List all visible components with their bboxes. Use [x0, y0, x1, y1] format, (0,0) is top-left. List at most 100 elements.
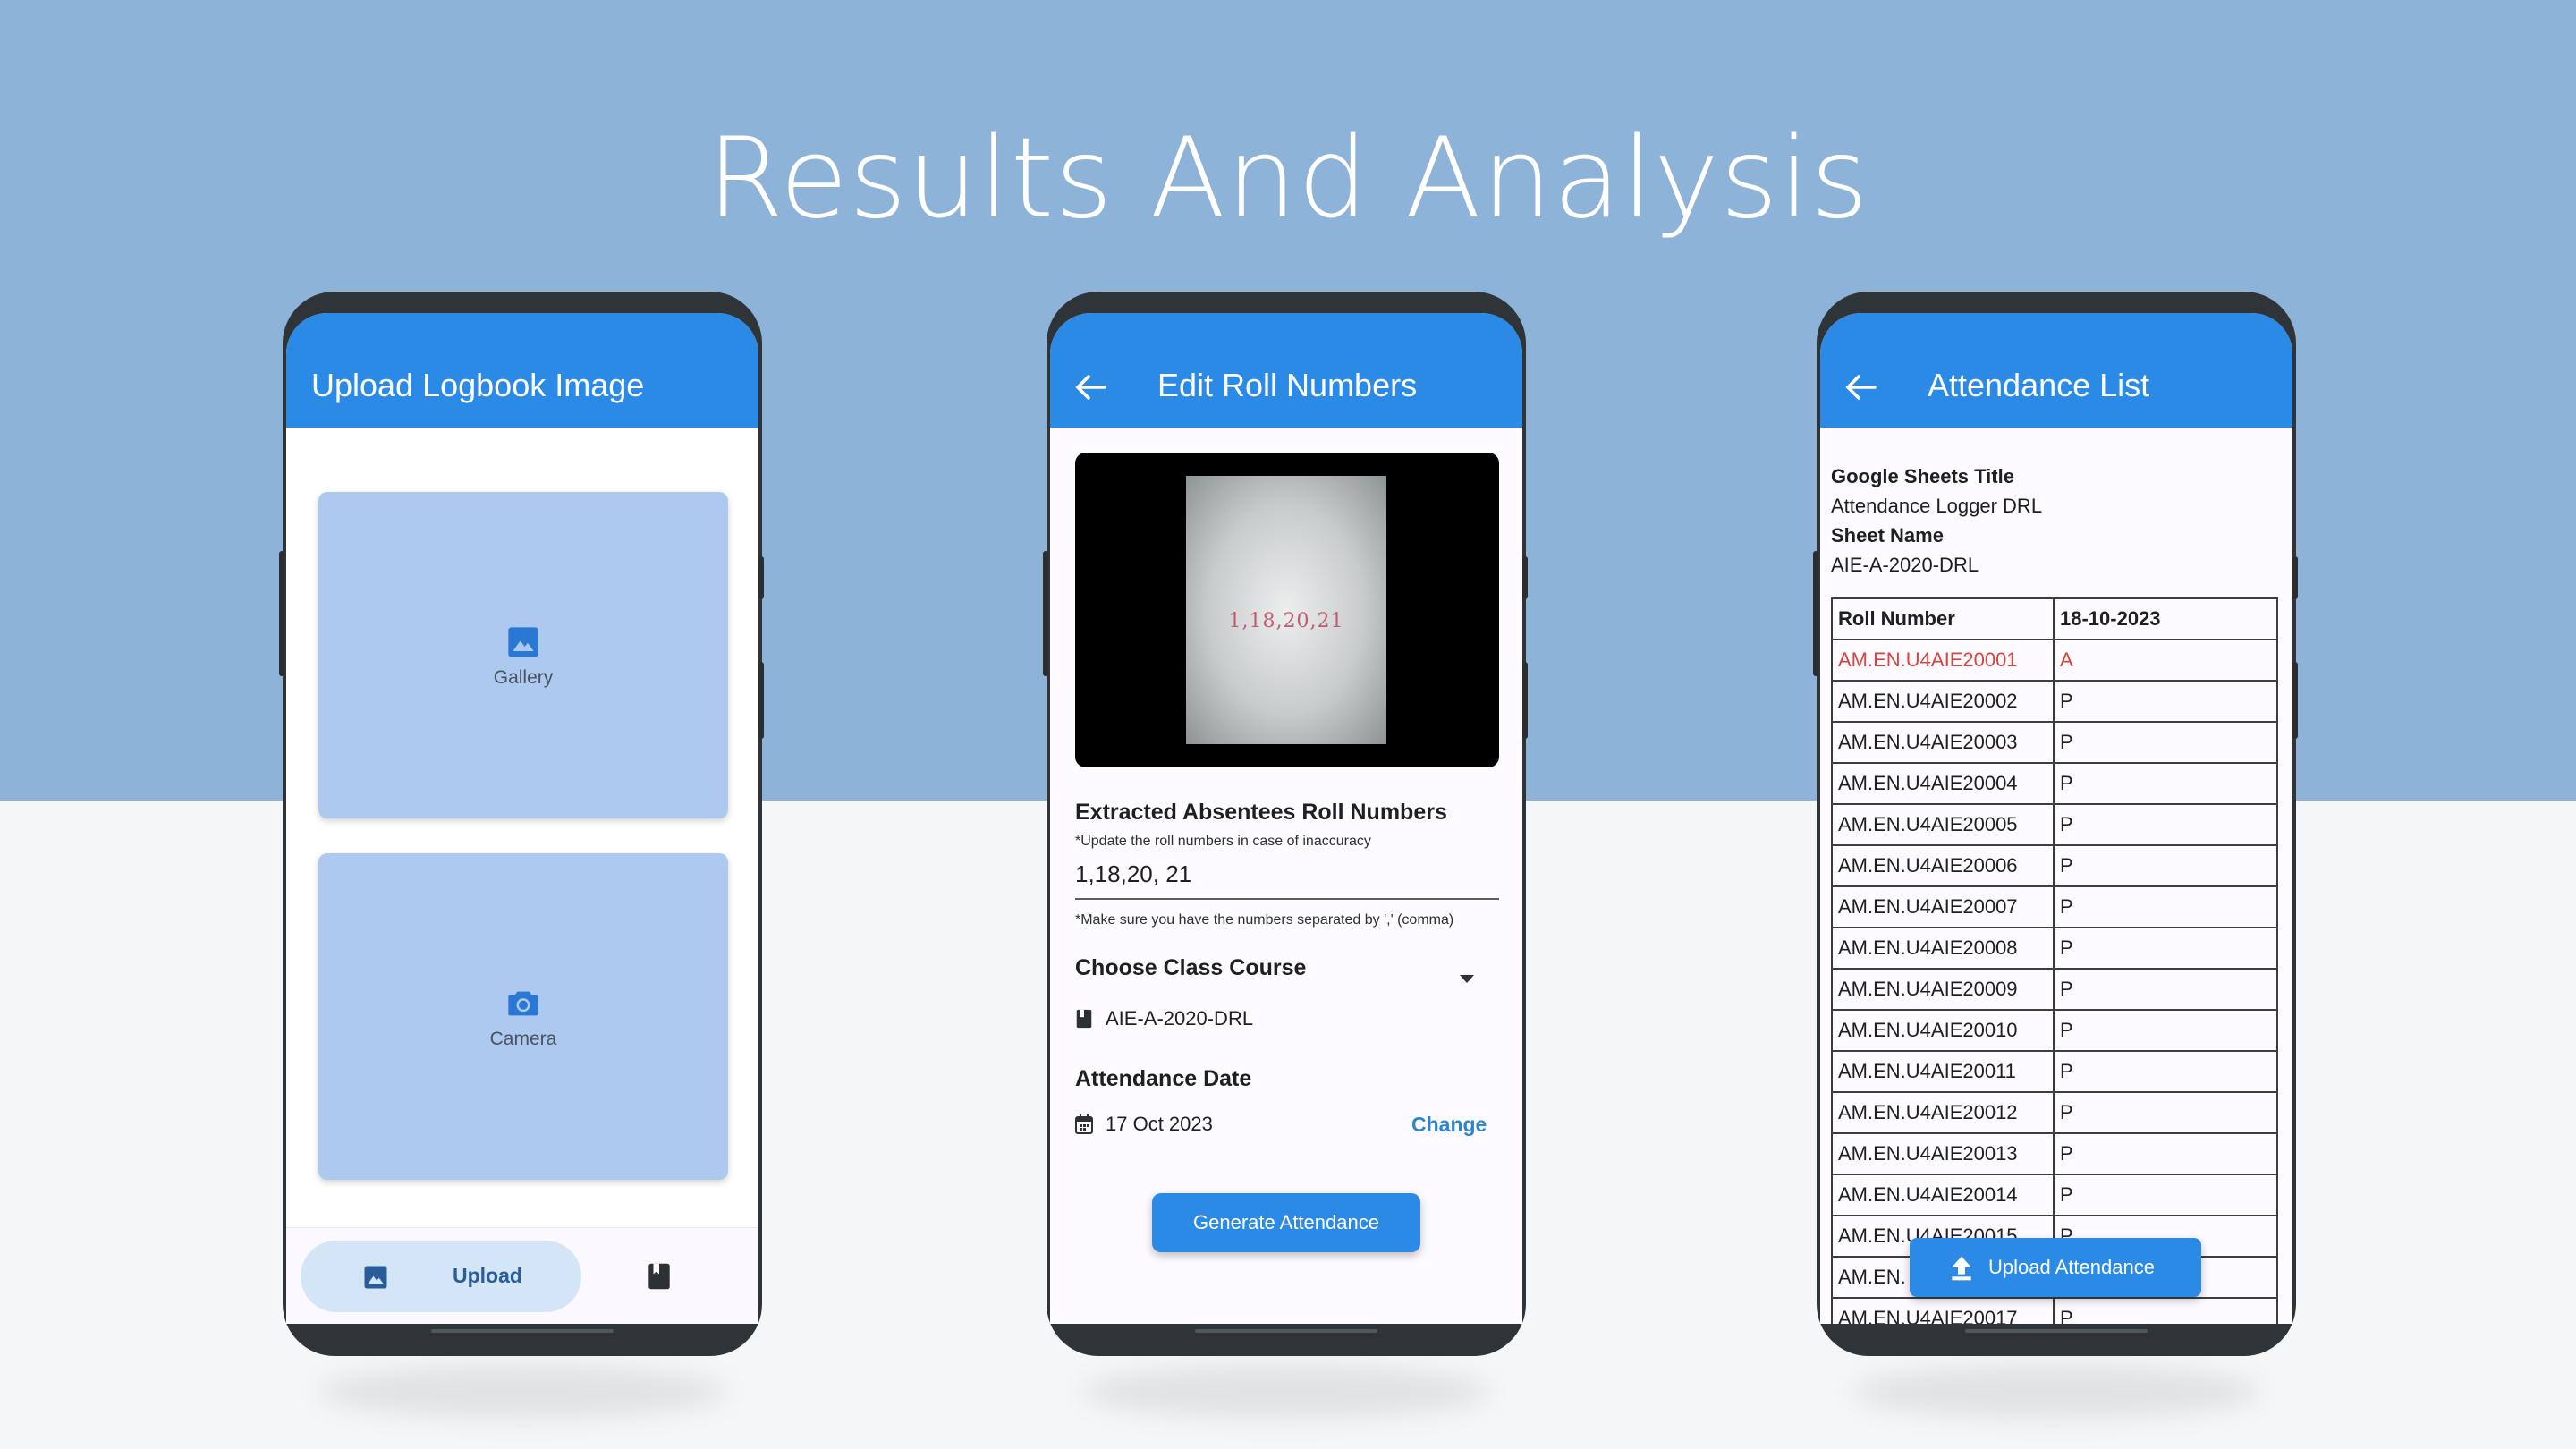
- column-header: Roll Number: [1831, 597, 2055, 640]
- gallery-label: Gallery: [493, 667, 554, 688]
- roll-numbers-input[interactable]: 1,18,20, 21: [1075, 848, 1499, 900]
- roll-number-cell: AM.EN.U4AIE20011: [1831, 1050, 2055, 1093]
- status-cell: A: [2053, 639, 2278, 682]
- table-body: AM.EN.U4AIE20001 A AM.EN.U4AIE20002 P AM.EN.…: [1831, 639, 2278, 1324]
- nav-item-upload[interactable]: Upload: [301, 1241, 581, 1312]
- table-row: AM.EN.U4AIE20001 A: [1831, 639, 2278, 682]
- roll-number-cell: AM.EN.U4AIE20002: [1831, 680, 2055, 723]
- status-cell: P: [2053, 886, 2278, 928]
- book-icon: [1076, 1009, 1092, 1029]
- roll-number-cell: AM.EN.U4AIE20001: [1831, 639, 2055, 682]
- roll-number-cell: AM.EN.U4AIE20003: [1831, 721, 2055, 764]
- separator-note: *Make sure you have the numbers separate…: [1075, 912, 1454, 928]
- calendar-icon: [1075, 1114, 1093, 1134]
- phone-upload-screen: Upload Logbook Image Gallery Camera Uplo…: [279, 292, 764, 1419]
- status-cell: P: [2053, 721, 2278, 764]
- sheets-title-label: Google Sheets Title: [1831, 465, 2014, 487]
- status-cell: P: [2053, 1174, 2278, 1216]
- course-value: AIE-A-2020-DRL: [1106, 1007, 1254, 1030]
- logbook-image-preview: 1,18,20,21: [1075, 453, 1499, 767]
- camera-icon: [508, 991, 538, 1016]
- table-row: AM.EN.U4AIE20009 P: [1831, 968, 2278, 1011]
- status-cell: P: [2053, 1009, 2278, 1052]
- home-indicator: [1965, 1329, 2148, 1333]
- slide-title: Results And Analysis: [707, 114, 1869, 243]
- screen: Edit Roll Numbers 1,18,20,21 Extracted A…: [1050, 313, 1522, 1324]
- back-arrow-icon[interactable]: [1845, 374, 1877, 401]
- roll-number-cell: AM.EN.U4AIE20010: [1831, 1009, 2055, 1052]
- status-cell: P: [2053, 762, 2278, 805]
- table-row: AM.EN.U4AIE20010 P: [1831, 1009, 2278, 1052]
- roll-number-cell: AM.EN.U4AIE20017: [1831, 1297, 2055, 1324]
- home-indicator: [1195, 1329, 1377, 1333]
- table-row: AM.EN.U4AIE20007 P: [1831, 886, 2278, 928]
- table-row: AM.EN.U4AIE20005 P: [1831, 803, 2278, 846]
- side-button: [2292, 556, 2298, 599]
- column-header: 18-10-2023: [2053, 597, 2278, 640]
- camera-label: Camera: [489, 1029, 557, 1049]
- page-title: Edit Roll Numbers: [1157, 367, 1418, 403]
- side-button: [758, 662, 764, 739]
- sheet-name-label: Sheet Name: [1831, 524, 1944, 547]
- status-cell: P: [2053, 1091, 2278, 1134]
- course-heading: Choose Class Course: [1075, 955, 1307, 980]
- phone-shadow: [1852, 1365, 2260, 1419]
- table-row: AM.EN.U4AIE20004 P: [1831, 762, 2278, 805]
- roll-number-cell: AM.EN.U4AIE20007: [1831, 886, 2055, 928]
- phone-attendance-screen: Attendance List Google Sheets Title Atte…: [1813, 292, 2298, 1419]
- handwritten-numbers: 1,18,20,21: [1228, 610, 1344, 632]
- logbook-paper: 1,18,20,21: [1186, 476, 1386, 744]
- side-button: [1522, 556, 1528, 599]
- bottom-nav: Upload: [286, 1227, 758, 1324]
- status-cell: P: [2053, 680, 2278, 723]
- status-cell: P: [2053, 1132, 2278, 1175]
- phone-shadow: [318, 1365, 726, 1419]
- roll-number-cell: AM.EN.U4AIE20004: [1831, 762, 2055, 805]
- table-row: AM.EN.U4AIE20011 P: [1831, 1050, 2278, 1093]
- camera-button[interactable]: Camera: [318, 853, 728, 1180]
- roll-number-cell: AM.EN.U4AIE20008: [1831, 927, 2055, 970]
- upload-attendance-button[interactable]: Upload Attendance: [1910, 1238, 2201, 1297]
- screen: Attendance List Google Sheets Title Atte…: [1820, 313, 2292, 1324]
- home-indicator: [431, 1329, 614, 1333]
- table-row: AM.EN.U4AIE20017 P: [1831, 1297, 2278, 1324]
- book-icon[interactable]: [648, 1262, 671, 1291]
- table-row: AM.EN.U4AIE20002 P: [1831, 680, 2278, 723]
- status-cell: P: [2053, 844, 2278, 887]
- date-value: 17 Oct 2023: [1106, 1113, 1213, 1135]
- change-date-button[interactable]: Change: [1411, 1113, 1487, 1137]
- attendance-table: Roll Number 18-10-2023 AM.EN.U4AIE20001 A…: [1831, 597, 2278, 1324]
- table-header-row: Roll Number 18-10-2023: [1831, 597, 2278, 640]
- dropdown-arrow-icon: [1460, 975, 1474, 983]
- back-arrow-icon[interactable]: [1075, 374, 1107, 401]
- table-row: AM.EN.U4AIE20012 P: [1831, 1091, 2278, 1134]
- roll-number-cell: AM.EN.U4AIE20012: [1831, 1091, 2055, 1134]
- table-row: AM.EN.U4AIE20003 P: [1831, 721, 2278, 764]
- phone-edit-screen: Edit Roll Numbers 1,18,20,21 Extracted A…: [1043, 292, 1528, 1419]
- side-button: [279, 551, 284, 676]
- nav-upload-label: Upload: [453, 1264, 522, 1287]
- roll-number-cell: AM.EN.U4AIE20009: [1831, 968, 2055, 1011]
- upload-attendance-label: Upload Attendance: [1988, 1256, 2155, 1278]
- sheets-title-value: Attendance Logger DRL: [1831, 495, 2043, 517]
- image-icon: [364, 1266, 387, 1289]
- status-cell: P: [2053, 968, 2278, 1011]
- side-button: [1813, 551, 1818, 676]
- side-button: [1043, 551, 1048, 676]
- gallery-button[interactable]: Gallery: [318, 492, 728, 818]
- generate-attendance-button[interactable]: Generate Attendance: [1152, 1193, 1420, 1252]
- roll-number-cell: AM.EN.U4AIE20006: [1831, 844, 2055, 887]
- side-button: [758, 556, 764, 599]
- table-row: AM.EN.U4AIE20014 P: [1831, 1174, 2278, 1216]
- table-row: AM.EN.U4AIE20006 P: [1831, 844, 2278, 887]
- status-cell: P: [2053, 927, 2278, 970]
- status-cell: P: [2053, 803, 2278, 846]
- table-row: AM.EN.U4AIE20008 P: [1831, 927, 2278, 970]
- roll-number-cell: AM.EN.U4AIE20014: [1831, 1174, 2055, 1216]
- side-button: [2292, 662, 2298, 739]
- date-heading: Attendance Date: [1075, 1066, 1252, 1091]
- phone-shadow: [1082, 1365, 1490, 1419]
- side-button: [1522, 662, 1528, 739]
- page-title: Upload Logbook Image: [311, 367, 645, 403]
- screen: Upload Logbook Image Gallery Camera Uplo…: [286, 313, 758, 1324]
